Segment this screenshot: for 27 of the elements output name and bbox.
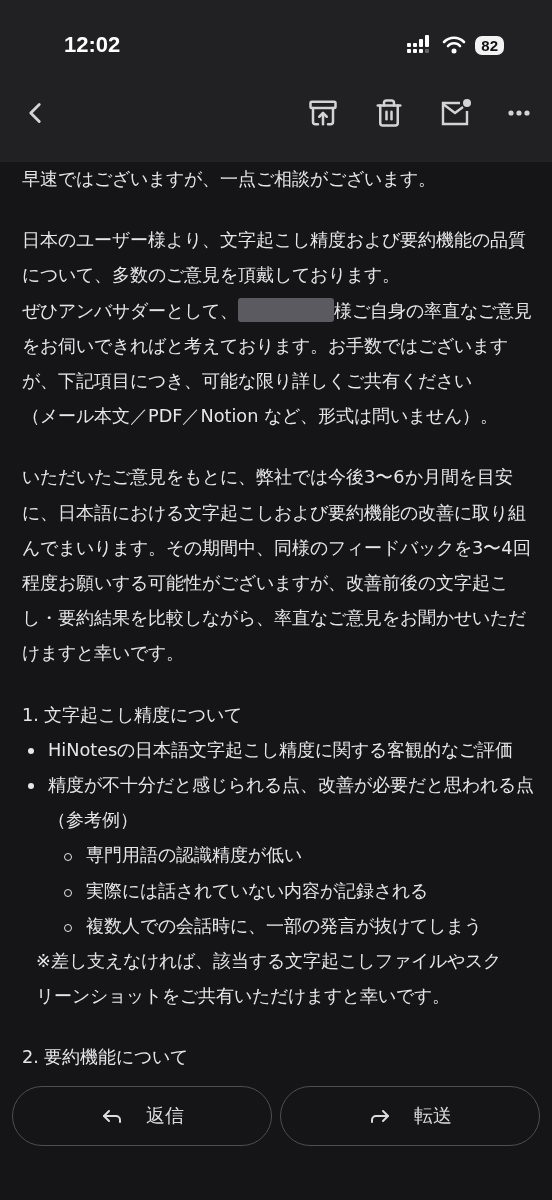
mail-unread-icon[interactable] — [440, 98, 472, 128]
wifi-icon — [442, 36, 467, 54]
email-paragraph: ぜひアンバサダーとして、 様ご自身の率直なご意見をお伺いできればと考えております。お手数ではございますが、下記項目につき、可能な限り詳しくご共有ください — [22, 293, 534, 400]
section-heading: 2. 要約機能について — [22, 1046, 190, 1070]
more-button[interactable] — [508, 110, 530, 116]
list-item-text: HiNotesの日本語文字起こし精度に関する客観的なご評価 — [48, 738, 514, 762]
archive-icon — [308, 98, 338, 128]
section-heading: 1. 文字起こし精度について — [22, 703, 244, 727]
trash-icon — [374, 98, 404, 128]
more-icon — [508, 110, 530, 116]
email-paragraph: （メール本文／PDF／Notion など、形式は問いません）。 — [22, 405, 499, 429]
archive-button[interactable] — [308, 98, 338, 128]
status-time: 12:02 — [64, 32, 121, 58]
email-paragraph: 早速ではございますが、一点ご相談がございます。 — [22, 168, 437, 191]
note-text: ※差し支えなければ、該当する文字起こしファイルやスクリーンショットをご共有いただけますと幸いです。 — [36, 950, 502, 1009]
bullet-icon — [28, 783, 34, 790]
list-item-text: 精度が不十分だと感じられる点、改善が必要だと思われる点（参考例） — [48, 774, 534, 833]
delete-button[interactable] — [374, 98, 404, 128]
forward-button[interactable]: 転送 — [280, 1086, 540, 1146]
email-paragraph: いただいたご意見をもとに、弊社では今後3〜6か月間を目安に、日本語における文字起こしおよび要約機能の改善に取り組んでまいります。その期間中、同様のフィードバックを3〜4回程度お願いする可能性がございますが、改善前後の文字起こし・要約結果を比較しながら、率直なご意見をお聞かせいただけますと幸いです。 — [22, 466, 532, 666]
battery-icon: 82 — [475, 35, 504, 55]
list-item-text: 複数人での会話時に、一部の発言が抜けてしまう — [86, 914, 482, 938]
bullet-icon — [28, 747, 34, 754]
list-item-text: 実際には話されていない内容が記録される — [86, 879, 428, 903]
reply-button[interactable]: 返信 — [12, 1086, 272, 1146]
email-paragraph: 日本のユーザー様より、文字起こし精度および要約機能の品質について、多数のご意見を頂戴しております。 — [22, 229, 527, 288]
list-item-text: 専門用語の認識精度が低い — [86, 844, 302, 868]
